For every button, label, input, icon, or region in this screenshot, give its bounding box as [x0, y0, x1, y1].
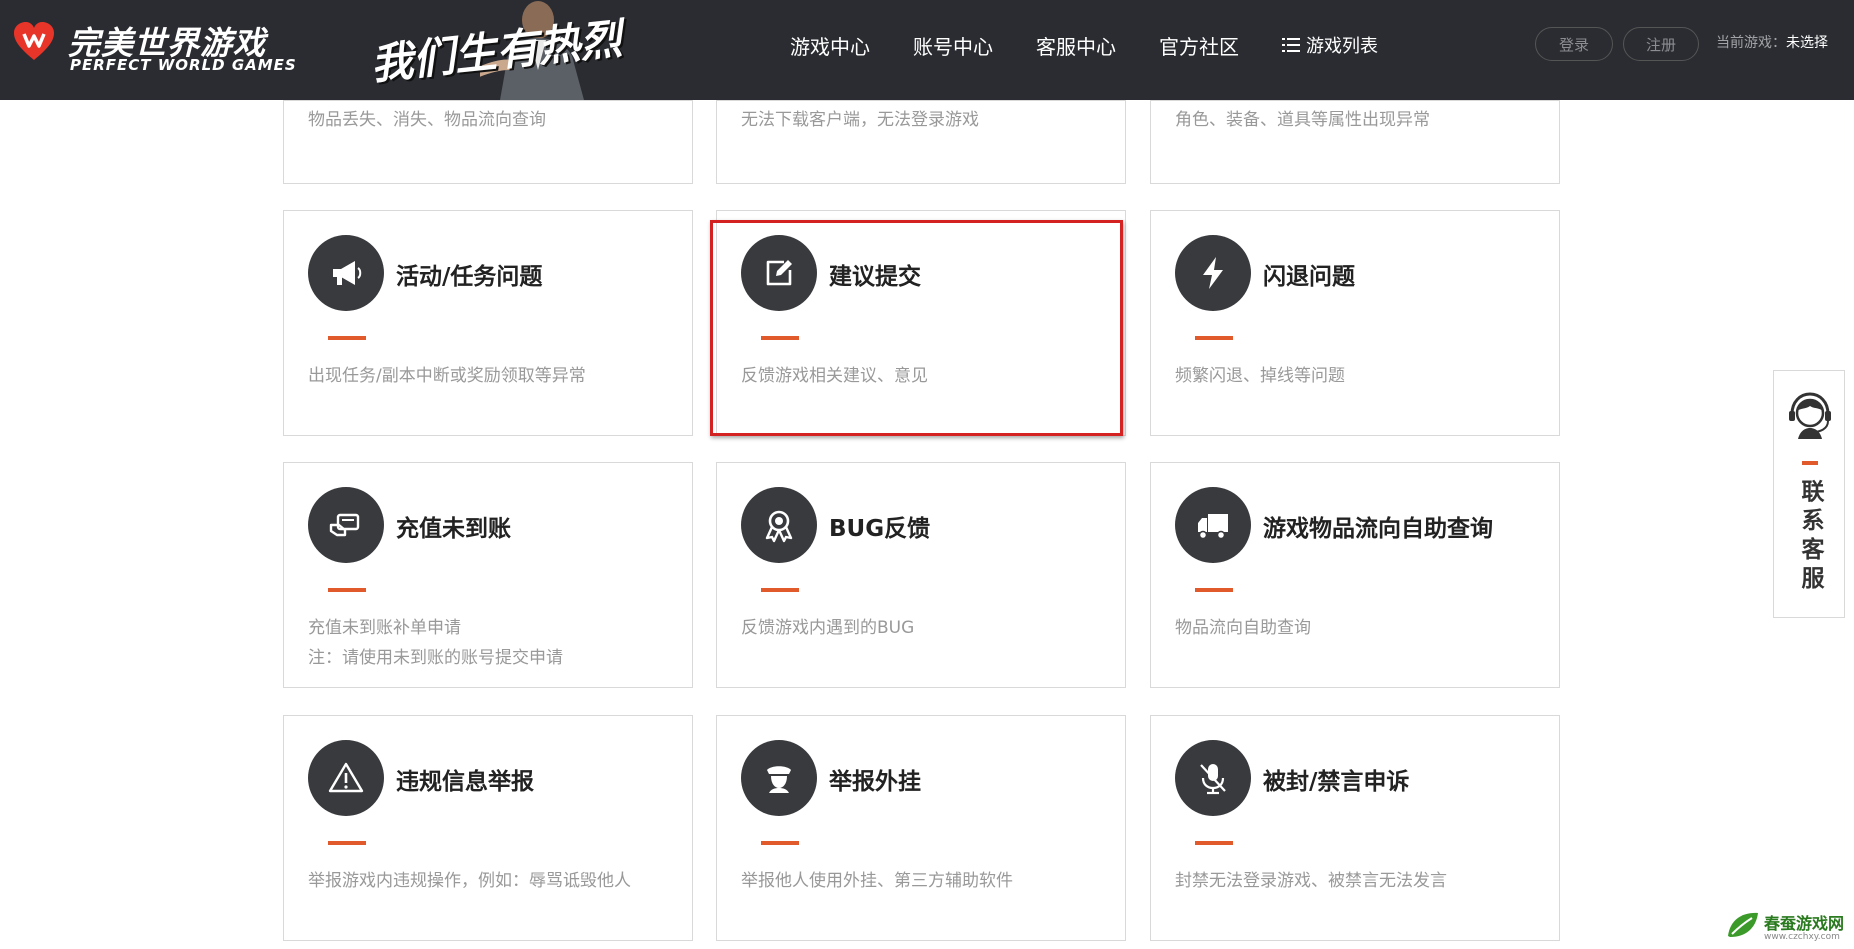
site-watermark: 春蚕游戏网 www.czchxy.com: [1726, 908, 1848, 946]
service-card-bug-report[interactable]: BUG反馈 反馈游戏内遇到的BUG: [716, 462, 1126, 688]
accent-divider: [1195, 841, 1233, 845]
accent-divider: [1195, 336, 1233, 340]
service-card-item-flow[interactable]: 游戏物品流向自助查询 物品流向自助查询: [1150, 462, 1560, 688]
logo-english-text: PERFECT WORLD GAMES: [70, 56, 297, 74]
card-title: 被封/禁言申诉: [1263, 769, 1410, 795]
card-description: 物品流向自助查询: [1175, 618, 1311, 638]
current-game-value: 未选择: [1786, 35, 1828, 51]
header-banner: 我们生有热烈: [360, 0, 660, 100]
nav-account-center[interactable]: 账号中心: [913, 31, 993, 60]
contact-service-widget[interactable]: 联系客服: [1773, 370, 1845, 618]
game-list-menu[interactable]: 游戏列表: [1282, 32, 1378, 58]
card-title: 举报外挂: [829, 769, 921, 795]
contact-service-label: 联系客服: [1797, 479, 1823, 595]
card-description-line-2: 注：请使用未到账的账号提交申请: [308, 648, 563, 668]
service-card-crash[interactable]: 闪退问题 频繁闪退、掉线等问题: [1150, 210, 1560, 436]
accent-divider: [1802, 461, 1818, 465]
card-description: 频繁闪退、掉线等问题: [1175, 366, 1345, 386]
lightning-icon: [1203, 257, 1223, 289]
service-card-attribute-issue[interactable]: 角色、装备、道具等属性出现异常: [1150, 100, 1560, 184]
current-game-label: 当前游戏：: [1716, 35, 1786, 51]
list-icon: [1282, 38, 1300, 52]
service-card-cheat-report[interactable]: 举报外挂 举报他人使用外挂、第三方辅助软件: [716, 715, 1126, 941]
main-nav: 游戏中心 账号中心 客服中心 官方社区 游戏列表: [790, 0, 1378, 90]
perfect-world-logo[interactable]: 完美世界游戏 PERFECT WORLD GAMES: [12, 18, 296, 78]
megaphone-icon: [333, 261, 362, 285]
card-title: 活动/任务问题: [396, 264, 543, 290]
card-title: 违规信息举报: [396, 769, 534, 795]
nav-official-community[interactable]: 官方社区: [1159, 31, 1239, 60]
card-description: 角色、装备、道具等属性出现异常: [1175, 110, 1430, 130]
card-description: 物品丢失、消失、物品流向查询: [308, 110, 546, 130]
mic-off-icon: [1200, 764, 1226, 795]
card-description: 反馈游戏内遇到的BUG: [741, 618, 915, 638]
card-description: 出现任务/副本中断或奖励领取等异常: [308, 366, 586, 386]
truck-icon: [1198, 514, 1228, 540]
card-title: 闪退问题: [1263, 264, 1355, 290]
accent-divider: [328, 841, 366, 845]
leaf-logo-icon: [1728, 912, 1758, 937]
service-card-ban-appeal[interactable]: 被封/禁言申诉 封禁无法登录游戏、被禁言无法发言: [1150, 715, 1560, 941]
badge-icon: [765, 510, 793, 543]
accent-divider: [761, 588, 799, 592]
top-navigation-bar: 完美世界游戏 PERFECT WORLD GAMES 我们生有热烈 游戏中心 账…: [0, 0, 1854, 100]
service-card-recharge[interactable]: 充值未到账 充值未到账补单申请 注：请使用未到账的账号提交申请: [283, 462, 693, 688]
card-description: 封禁无法登录游戏、被禁言无法发言: [1175, 871, 1447, 891]
service-card-activity-task[interactable]: 活动/任务问题 出现任务/副本中断或奖励领取等异常: [283, 210, 693, 436]
register-button[interactable]: 注册: [1623, 27, 1699, 61]
card-title: 游戏物品流向自助查询: [1263, 516, 1493, 542]
nav-service-center[interactable]: 客服中心: [1036, 31, 1116, 60]
card-description: 举报游戏内违规操作，例如：辱骂诋毁他人: [308, 871, 631, 891]
watermark-url: www.czchxy.com: [1764, 932, 1840, 942]
card-description-line-1: 充值未到账补单申请: [308, 618, 461, 638]
service-card-login-issue[interactable]: 无法下载客户端，无法登录游戏: [716, 100, 1126, 184]
service-card-violation-report[interactable]: 违规信息举报 举报游戏内违规操作，例如：辱骂诋毁他人: [283, 715, 693, 941]
card-title: 充值未到账: [396, 516, 511, 542]
accent-divider: [1195, 588, 1233, 592]
card-description: 无法下载客户端，无法登录游戏: [741, 110, 979, 130]
card-description: 充值未到账补单申请 注：请使用未到账的账号提交申请: [308, 613, 688, 673]
payment-icon: [329, 513, 360, 537]
headset-agent-icon: [1789, 392, 1831, 439]
police-icon: [767, 766, 791, 793]
service-card-item-loss[interactable]: 物品丢失、消失、物品流向查询: [283, 100, 693, 184]
accent-divider: [328, 588, 366, 592]
watermark-name: 春蚕游戏网: [1764, 914, 1845, 933]
logo-mark-icon: [14, 22, 54, 60]
current-game-indicator[interactable]: 当前游戏：未选择: [1716, 32, 1828, 52]
accent-divider: [761, 841, 799, 845]
warning-icon: [328, 762, 364, 793]
card-description: 举报他人使用外挂、第三方辅助软件: [741, 871, 1013, 891]
card-title: BUG反馈: [829, 516, 931, 542]
login-button[interactable]: 登录: [1535, 27, 1613, 61]
nav-game-center[interactable]: 游戏中心: [790, 31, 870, 60]
accent-divider: [328, 336, 366, 340]
highlight-annotation-box: [710, 220, 1123, 436]
game-list-label: 游戏列表: [1306, 36, 1378, 57]
